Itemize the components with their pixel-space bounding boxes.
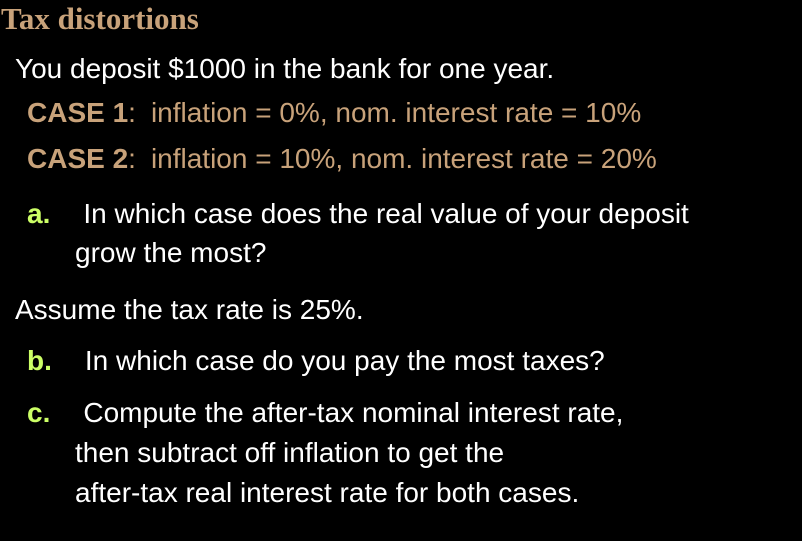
question-c-marker: c. (27, 397, 51, 428)
question-b-text-1: In which case do you pay the most taxes? (84, 345, 605, 376)
slide-title: Tax distortions (1, 1, 199, 36)
case-1-separator: : (128, 97, 136, 128)
question-a-text-1: In which case does the real value of you… (83, 198, 689, 229)
case-1: CASE 1: inflation = 0%, nom. interest rat… (27, 97, 641, 129)
question-a-line-1: a. In which case does the real value of y… (27, 198, 689, 230)
intro-text: You deposit $1000 in the bank for one ye… (15, 53, 555, 84)
case-2-detail: inflation = 10%, nom. interest rate = 20… (150, 143, 657, 174)
question-c-line-1: c. Compute the after-tax nominal interest… (27, 397, 623, 429)
question-b-marker: b. (27, 345, 52, 376)
question-a-marker: a. (27, 198, 51, 229)
question-c-line-3: after-tax real interest rate for both ca… (75, 477, 580, 508)
tax-assumption: Assume the tax rate is 25%. (15, 294, 364, 325)
case-2-separator: : (128, 143, 136, 174)
question-b-line-1: b. In which case do you pay the most taxe… (27, 345, 605, 377)
case-1-label: CASE 1 (27, 97, 129, 128)
question-c-text-1: Compute the after-tax nominal interest r… (83, 397, 624, 428)
question-c-line-2: then subtract off inflation to get the (75, 437, 505, 468)
question-a-line-2: grow the most? (75, 237, 267, 268)
case-1-detail: inflation = 0%, nom. interest rate = 10% (150, 97, 642, 128)
case-2-label: CASE 2 (27, 143, 129, 174)
case-2: CASE 2: inflation = 10%, nom. interest ra… (27, 143, 657, 175)
